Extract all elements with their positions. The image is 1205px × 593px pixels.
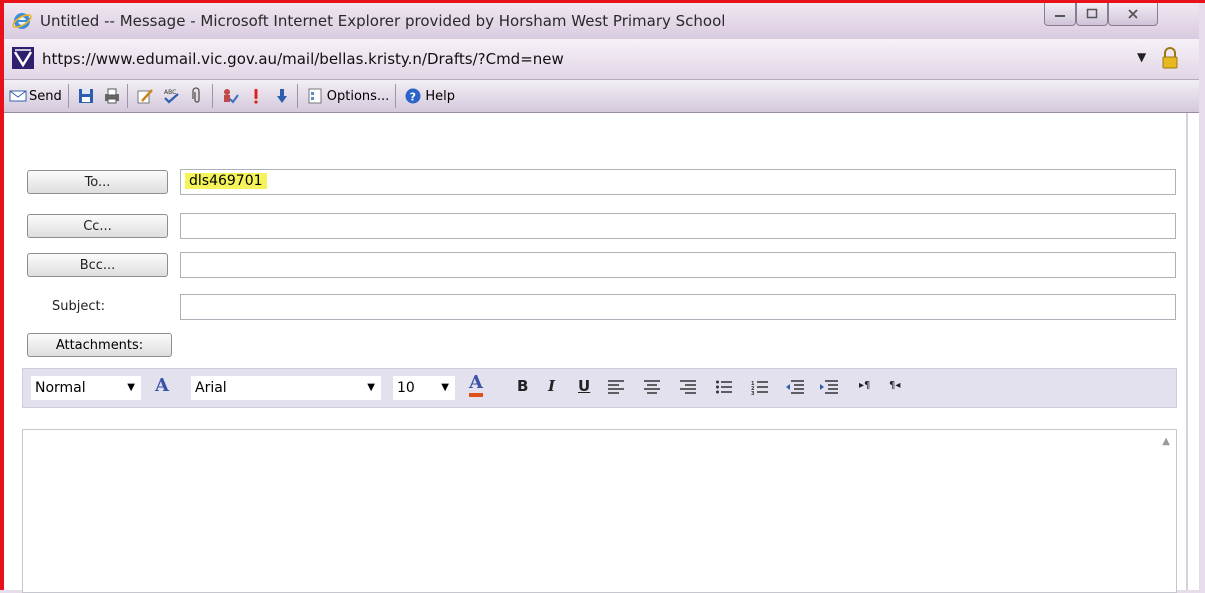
help-label: Help <box>425 88 455 104</box>
maximize-icon <box>1086 8 1098 19</box>
increase-indent-icon[interactable] <box>819 379 839 395</box>
font-size-select[interactable]: 10 ▼ <box>393 376 455 400</box>
compose-area: To... dls469701 Cc... Bcc... Subject: At… <box>4 113 1199 593</box>
cc-button[interactable]: Cc... <box>27 214 168 238</box>
to-button[interactable]: To... <box>27 170 168 194</box>
numbered-list-icon[interactable]: 123 <box>751 379 769 395</box>
subject-field[interactable] <box>180 294 1176 320</box>
svg-text:ABC: ABC <box>164 89 176 96</box>
minimize-icon <box>1055 15 1065 17</box>
compose-edge <box>1186 113 1188 590</box>
font-size-value: 10 <box>397 380 415 396</box>
save-icon <box>78 89 93 103</box>
font-icon: A <box>155 375 169 396</box>
save-button[interactable] <box>74 83 98 109</box>
chevron-down-icon: ▼ <box>441 382 449 393</box>
formatting-toolbar: Normal ▼ A Arial ▼ 10 ▼ A B I U 123 ▸¶ ¶… <box>22 368 1177 408</box>
maximize-button[interactable] <box>1076 3 1108 26</box>
message-body-editor[interactable]: ▲ <box>22 429 1177 593</box>
lock-icon[interactable] <box>1161 47 1179 69</box>
font-family-value: Arial <box>195 380 227 396</box>
toolbar-divider <box>211 84 213 108</box>
svg-text:3: 3 <box>751 391 755 395</box>
left-to-right-icon[interactable]: ▸¶ <box>859 380 870 391</box>
right-to-left-icon[interactable]: ¶◂ <box>889 380 900 391</box>
align-left-icon[interactable] <box>607 379 625 395</box>
attachments-button[interactable]: Attachments: <box>27 333 172 357</box>
paragraph-style-select[interactable]: Normal ▼ <box>31 376 141 400</box>
paperclip-icon <box>192 87 200 103</box>
attach-button[interactable] <box>185 83 209 109</box>
help-button[interactable]: ? Help <box>401 83 458 109</box>
align-center-icon[interactable] <box>643 379 661 395</box>
bold-icon[interactable]: B <box>517 377 528 395</box>
message-toolbar: Send ABC Options... ? Help <box>4 80 1199 113</box>
to-button-label: To... <box>84 174 111 190</box>
send-button[interactable]: Send <box>6 83 65 109</box>
options-icon <box>308 88 322 104</box>
subject-label: Subject: <box>52 299 105 314</box>
low-importance-button[interactable] <box>270 83 294 109</box>
font-color-icon[interactable]: A <box>469 373 483 397</box>
underline-icon[interactable]: U <box>578 377 590 395</box>
send-icon <box>9 90 27 102</box>
close-icon <box>1128 9 1138 19</box>
minimize-button[interactable] <box>1044 3 1076 26</box>
options-label: Options... <box>326 88 390 104</box>
bcc-field[interactable] <box>180 252 1176 278</box>
print-icon <box>104 88 119 104</box>
toolbar-divider <box>67 84 69 108</box>
site-logo-icon <box>12 47 34 69</box>
pen-paper-icon <box>137 89 153 104</box>
address-url[interactable]: https://www.edumail.vic.gov.au/mail/bell… <box>42 50 564 68</box>
attachments-button-label: Attachments: <box>55 337 144 353</box>
window-title: Untitled -- Message - Microsoft Internet… <box>40 12 726 30</box>
send-label: Send <box>29 88 62 104</box>
internet-explorer-icon <box>12 13 32 29</box>
align-right-icon[interactable] <box>679 379 697 395</box>
address-dropdown-icon[interactable]: ▼ <box>1137 50 1146 64</box>
close-button[interactable] <box>1108 3 1158 26</box>
exclamation-icon <box>254 89 258 104</box>
bcc-button[interactable]: Bcc... <box>27 253 168 277</box>
bcc-button-label: Bcc... <box>79 257 116 273</box>
svg-text:?: ? <box>410 91 416 104</box>
signature-button[interactable] <box>133 83 157 109</box>
window-titlebar[interactable]: Untitled -- Message - Microsoft Internet… <box>4 3 1199 39</box>
toolbar-divider <box>126 84 128 108</box>
cc-field[interactable] <box>180 213 1176 239</box>
decrease-indent-icon[interactable] <box>785 379 805 395</box>
toolbar-divider <box>395 84 397 108</box>
paragraph-style-value: Normal <box>35 380 86 396</box>
options-button[interactable]: Options... <box>303 83 393 109</box>
print-button[interactable] <box>100 83 124 109</box>
scroll-up-icon[interactable]: ▲ <box>1162 436 1170 447</box>
spell-check-button[interactable]: ABC <box>159 83 183 109</box>
toolbar-divider <box>296 84 298 108</box>
check-names-icon <box>223 89 239 104</box>
bullet-list-icon[interactable] <box>715 379 733 395</box>
down-arrow-icon <box>276 89 287 103</box>
chevron-down-icon: ▼ <box>127 382 135 393</box>
high-importance-button[interactable] <box>244 83 268 109</box>
font-family-select[interactable]: Arial ▼ <box>191 376 381 400</box>
check-names-button[interactable] <box>218 83 242 109</box>
help-icon: ? <box>405 88 421 104</box>
chevron-down-icon: ▼ <box>367 382 375 393</box>
cc-button-label: Cc... <box>83 218 112 234</box>
spell-check-icon: ABC <box>164 89 179 104</box>
italic-icon[interactable]: I <box>548 377 555 395</box>
to-value: dls469701 <box>185 173 267 189</box>
to-field[interactable]: dls469701 <box>180 169 1176 195</box>
address-bar: https://www.edumail.vic.gov.au/mail/bell… <box>4 39 1199 80</box>
